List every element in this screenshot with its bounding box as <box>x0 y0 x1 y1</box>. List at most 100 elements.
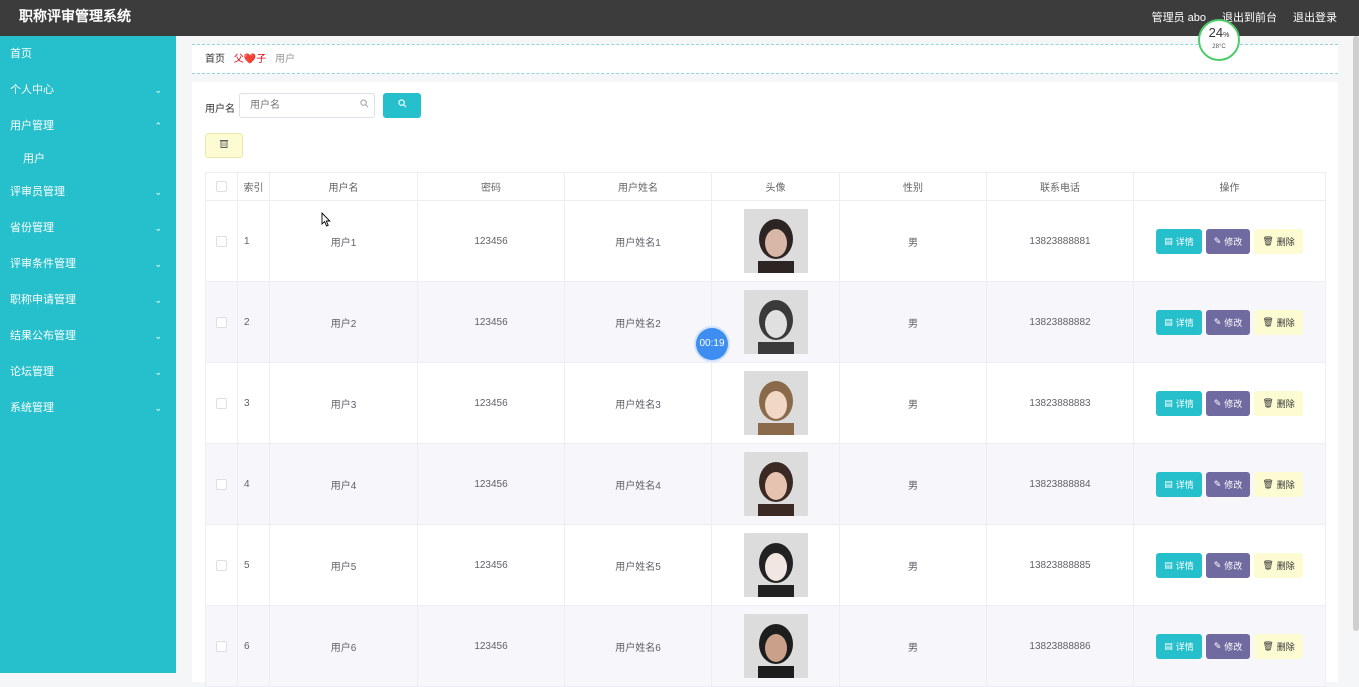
logout-link[interactable]: 退出登录 <box>1293 9 1337 25</box>
chevron-down-icon: ⌄ <box>154 223 162 233</box>
mouse-cursor-icon <box>321 212 331 227</box>
trash-icon: 🗑︎ <box>1262 316 1274 327</box>
cell-password: 123456 <box>418 444 565 525</box>
row-checkbox[interactable] <box>216 559 227 571</box>
sidebar-item-criteria-management[interactable]: 评审条件管理 ⌄ <box>0 246 176 282</box>
detail-icon: ▤ <box>1164 559 1173 570</box>
sidebar-item-forum-management[interactable]: 论坛管理 ⌄ <box>0 354 176 390</box>
column-header: 联系电话 <box>987 173 1134 201</box>
table-row: 3 用户3 123456 用户姓名3 男 13823888883 ▤ 详情 ✎ 修改 🗑︎ 删除 <box>206 363 1326 444</box>
delete-button[interactable]: 🗑︎ 删除 <box>1254 309 1303 335</box>
detail-button[interactable]: ▤ 详情 <box>1156 552 1202 578</box>
delete-button[interactable]: 🗑︎ 删除 <box>1254 471 1303 497</box>
row-checkbox[interactable] <box>216 316 227 328</box>
sidebar-item-label: 用户 <box>23 153 45 165</box>
edit-button[interactable]: ✎ 修改 <box>1205 552 1251 578</box>
breadcrumb-home[interactable]: 首页 <box>205 54 225 65</box>
delete-button[interactable]: 🗑︎ 删除 <box>1254 552 1303 578</box>
select-all-checkbox[interactable] <box>216 181 227 192</box>
detail-label: 详情 <box>1175 641 1194 652</box>
edit-label: 修改 <box>1224 641 1243 652</box>
row-select[interactable] <box>206 201 238 282</box>
cell-actions: ▤ 详情 ✎ 修改 🗑︎ 删除 <box>1134 525 1326 606</box>
detail-label: 详情 <box>1175 317 1194 328</box>
cell-gender: 男 <box>840 363 987 444</box>
cell-index: 3 <box>238 363 270 444</box>
cell-password: 123456 <box>418 282 565 363</box>
detail-button[interactable]: ▤ 详情 <box>1156 471 1202 497</box>
edit-icon: ✎ <box>1213 235 1222 246</box>
row-checkbox[interactable] <box>216 640 227 652</box>
cell-username: 用户5 <box>270 525 418 606</box>
detail-icon: ▤ <box>1164 235 1173 246</box>
sidebar-item-reviewer-management[interactable]: 评审员管理 ⌄ <box>0 174 176 210</box>
sidebar-item-label: 省份管理 <box>10 222 54 234</box>
delete-button[interactable]: 🗑︎ 删除 <box>1254 228 1303 254</box>
row-select[interactable] <box>206 444 238 525</box>
delete-label: 删除 <box>1276 641 1295 652</box>
sidebar-item-province-management[interactable]: 省份管理 ⌄ <box>0 210 176 246</box>
detail-label: 详情 <box>1175 560 1194 571</box>
detail-button[interactable]: ▤ 详情 <box>1156 390 1202 416</box>
trash-icon: 🗑︎ <box>1262 559 1274 570</box>
recording-timer[interactable]: 00:19 <box>696 328 728 360</box>
delete-label: 删除 <box>1276 398 1295 409</box>
cell-gender: 男 <box>840 525 987 606</box>
edit-button[interactable]: ✎ 修改 <box>1205 471 1251 497</box>
top-links: 管理员 abo 退出到前台 退出登录 <box>1152 9 1337 25</box>
avatar <box>743 452 808 516</box>
gauge-temperature: 28°C <box>1212 44 1226 50</box>
cell-actions: ▤ 详情 ✎ 修改 🗑︎ 删除 <box>1134 606 1326 687</box>
delete-label: 删除 <box>1276 317 1295 328</box>
column-header: 密码 <box>418 173 565 201</box>
chevron-down-icon: ⌄ <box>154 331 162 341</box>
row-select[interactable] <box>206 363 238 444</box>
batch-delete-button[interactable] <box>205 133 243 158</box>
header-select-all[interactable] <box>206 173 238 201</box>
column-header: 用户名 <box>270 173 418 201</box>
row-select[interactable] <box>206 606 238 687</box>
performance-gauge[interactable]: 24% 28°C <box>1198 19 1240 61</box>
sidebar-item-users[interactable]: 用户 <box>0 144 176 174</box>
detail-button[interactable]: ▤ 详情 <box>1156 228 1202 254</box>
trash-icon <box>220 140 228 151</box>
chevron-down-icon: ⌄ <box>154 259 162 269</box>
breadcrumb-current: 用户 <box>275 54 296 65</box>
sidebar-item-user-management[interactable]: 用户管理 ⌃ <box>0 108 176 144</box>
edit-button[interactable]: ✎ 修改 <box>1205 633 1251 659</box>
column-header: 索引 <box>238 173 270 201</box>
sidebar-item-system-management[interactable]: 系统管理 ⌄ <box>0 390 176 426</box>
row-checkbox[interactable] <box>216 397 227 409</box>
page-scrollbar[interactable] <box>1353 36 1359 631</box>
delete-button[interactable]: 🗑︎ 删除 <box>1254 633 1303 659</box>
detail-button[interactable]: ▤ 详情 <box>1156 633 1202 659</box>
edit-icon: ✎ <box>1213 397 1222 408</box>
cell-username: 用户6 <box>270 606 418 687</box>
cell-name: 用户姓名6 <box>565 606 712 687</box>
search-input[interactable] <box>239 93 375 118</box>
cell-index: 2 <box>238 282 270 363</box>
row-checkbox[interactable] <box>216 235 227 247</box>
edit-button[interactable]: ✎ 修改 <box>1205 309 1251 335</box>
search-button[interactable] <box>383 93 421 118</box>
chevron-down-icon: ⌄ <box>154 295 162 305</box>
row-checkbox[interactable] <box>216 478 227 490</box>
row-select[interactable] <box>206 282 238 363</box>
avatar <box>743 533 808 597</box>
detail-icon: ▤ <box>1164 397 1173 408</box>
cell-gender: 男 <box>840 201 987 282</box>
chevron-down-icon: ⌄ <box>154 85 162 95</box>
cell-avatar <box>712 282 840 363</box>
row-select[interactable] <box>206 525 238 606</box>
delete-button[interactable]: 🗑︎ 删除 <box>1254 390 1303 416</box>
sidebar-item-home[interactable]: 首页 <box>0 36 176 72</box>
sidebar-item-application-management[interactable]: 职称申请管理 ⌄ <box>0 282 176 318</box>
edit-label: 修改 <box>1224 317 1243 328</box>
cell-gender: 男 <box>840 282 987 363</box>
edit-button[interactable]: ✎ 修改 <box>1205 390 1251 416</box>
edit-button[interactable]: ✎ 修改 <box>1205 228 1251 254</box>
sidebar-item-personal-center[interactable]: 个人中心 ⌄ <box>0 72 176 108</box>
detail-button[interactable]: ▤ 详情 <box>1156 309 1202 335</box>
sidebar-item-results-management[interactable]: 结果公布管理 ⌄ <box>0 318 176 354</box>
trash-icon: 🗑︎ <box>1262 235 1274 246</box>
